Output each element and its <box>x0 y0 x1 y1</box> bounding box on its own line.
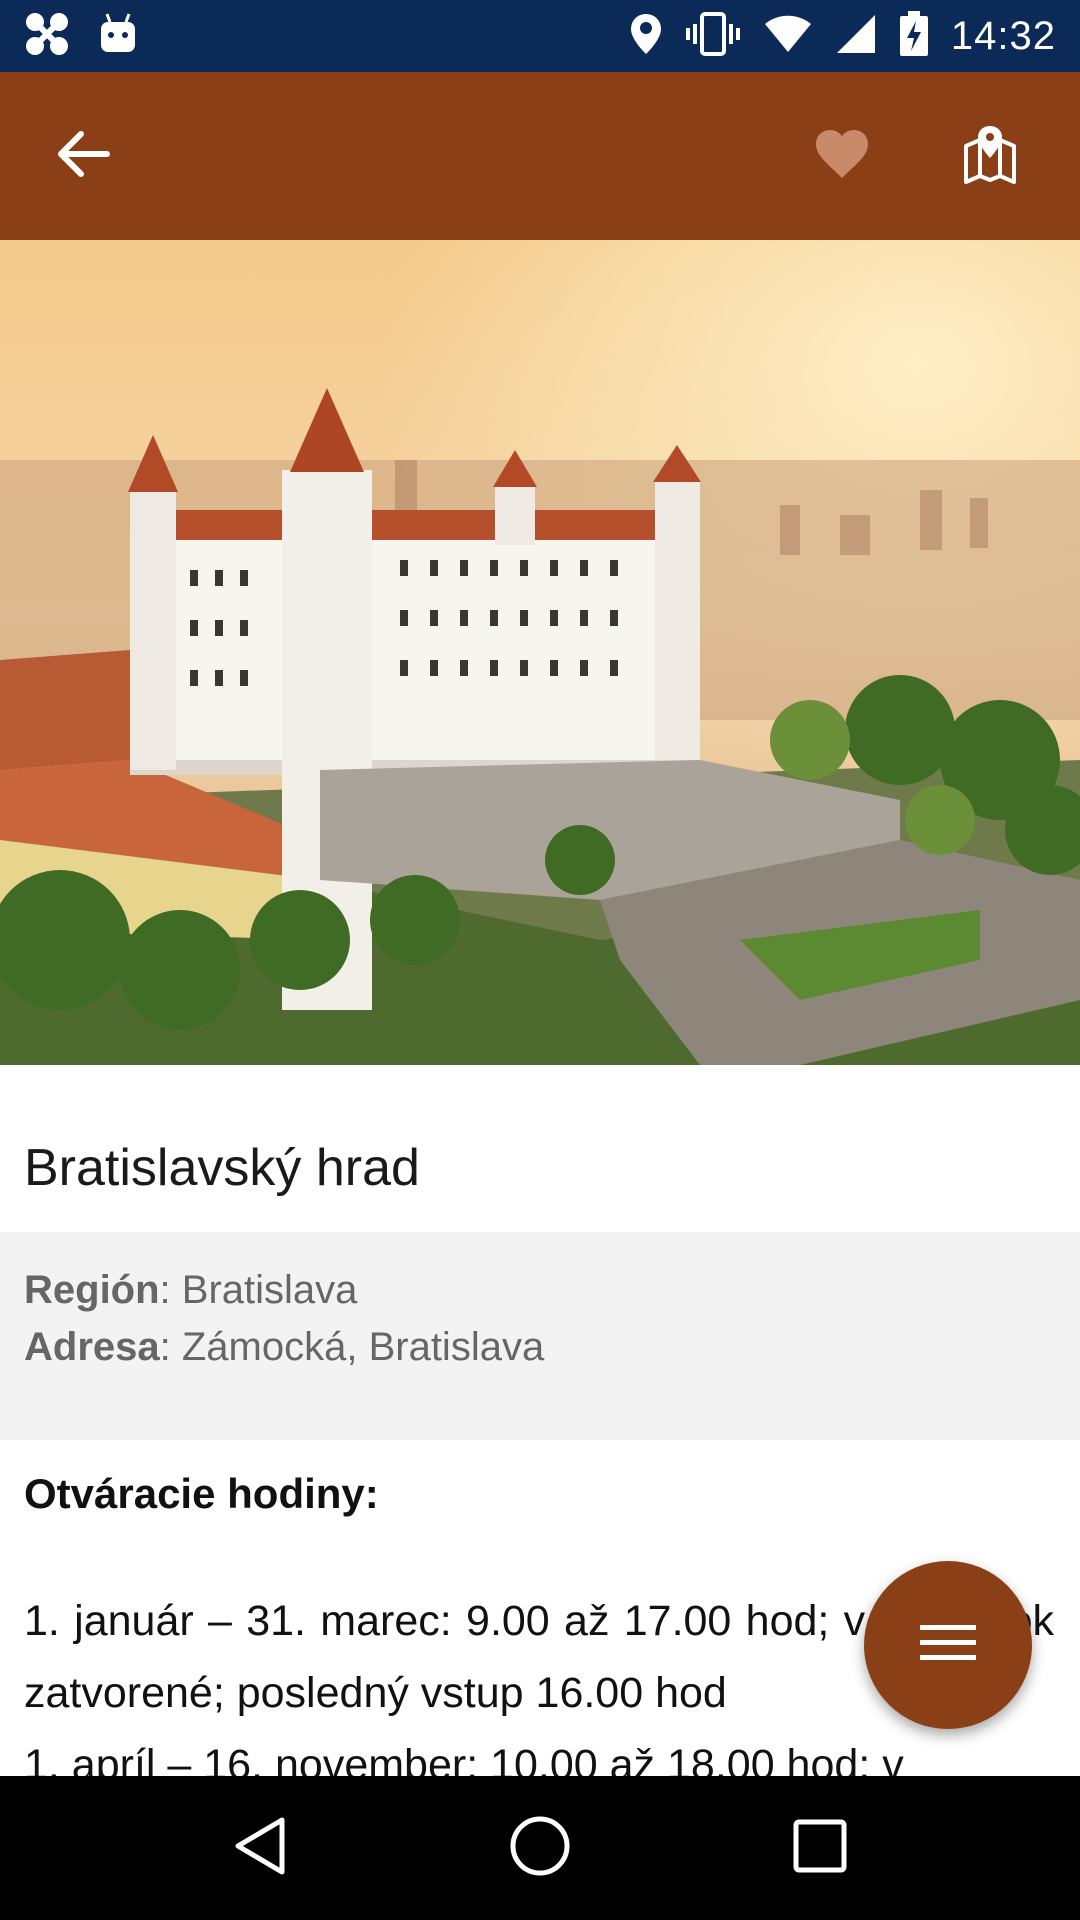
back-triangle-icon <box>232 1816 288 1881</box>
address-label: Adresa <box>24 1325 160 1369</box>
address-row: Adresa: Zámocká, Bratislava <box>24 1319 1056 1376</box>
region-row: Región: Bratislava <box>24 1262 1056 1319</box>
wifi-icon <box>763 14 813 59</box>
map-pin-icon <box>962 124 1018 189</box>
address-value: : Zámocká, Bratislava <box>159 1325 545 1369</box>
vibrate-icon <box>685 11 741 61</box>
app-notification-icon <box>24 11 70 62</box>
region-value: : Bratislava <box>159 1268 358 1312</box>
info-panel: Región: Bratislava Adresa: Zámocká, Brat… <box>0 1232 1080 1440</box>
hours-heading: Otváracie hodiny: <box>24 1470 379 1517</box>
menu-icon <box>920 1623 976 1668</box>
heart-icon <box>814 128 870 185</box>
nav-home-button[interactable] <box>485 1793 595 1903</box>
status-time: 14:32 <box>950 13 1056 58</box>
status-bar: 14:32 <box>0 0 1080 72</box>
android-icon <box>98 12 138 61</box>
place-title: Bratislavský hrad <box>24 1139 420 1197</box>
favorite-button[interactable] <box>792 106 892 206</box>
recents-square-icon <box>793 1819 847 1878</box>
back-arrow-icon <box>57 130 111 183</box>
hero-image <box>0 240 1080 1065</box>
home-circle-icon <box>509 1815 571 1882</box>
back-button[interactable] <box>40 112 128 200</box>
nav-back-button[interactable] <box>205 1793 315 1903</box>
battery-charging-icon <box>899 10 929 62</box>
nav-recents-button[interactable] <box>765 1793 875 1903</box>
app-bar <box>0 72 1080 240</box>
location-icon <box>629 12 663 61</box>
region-label: Región <box>24 1268 160 1312</box>
map-button[interactable] <box>940 106 1040 206</box>
signal-icon <box>835 13 877 60</box>
system-nav-bar <box>0 1776 1080 1920</box>
menu-fab[interactable] <box>864 1561 1032 1729</box>
hours-line-2: 1. apríl – 16. november: 10.00 až 18.00 … <box>24 1741 904 1776</box>
